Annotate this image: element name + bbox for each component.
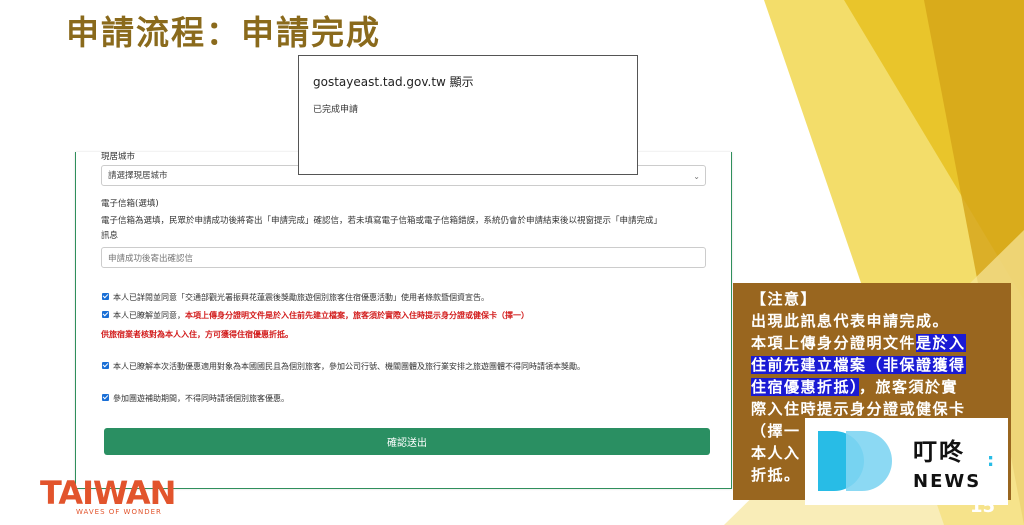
email-help-text-cont: 訊息 <box>101 231 119 241</box>
note-highlight: 是於入 <box>916 334 966 352</box>
residence-label: 現居城市 <box>101 152 136 162</box>
group-tour-text: 參加團遊補助期間，不得同時請領個別旅客優惠。 <box>113 394 289 403</box>
note-line: 際入住時提示身分證或健保卡 <box>751 400 966 418</box>
dialog-message: 已完成申請 <box>313 105 359 115</box>
dingdong-news-logo: 叮咚 : NEWS <box>805 418 1008 505</box>
note-line: 出現此訊息代表申請完成。 <box>751 312 950 330</box>
page-number: 15 <box>970 496 996 517</box>
id-upload-checkbox[interactable] <box>102 311 109 318</box>
logo-text-zh: 叮咚 <box>913 438 965 466</box>
residence-select-value: 請選擇現居城市 <box>108 171 168 181</box>
dialog-host: gostayeast.tad.gov.tw 顯示 <box>313 75 474 89</box>
id-upload-notice: 本項上傳身分證明文件是於入住前先建立檔案，旅客須於實際入住時提示身分證或健保卡（… <box>185 311 529 320</box>
eligibility-checkbox[interactable] <box>102 362 109 369</box>
note-line: 住宿優惠折抵），旅客須於實 <box>751 376 1011 398</box>
terms-text: 本人已詳閱並同意「交通部觀光署振興花蓮震後獎勵旅遊個別旅客住宿優惠活動」使用者條… <box>113 293 489 302</box>
note-highlight: 住宿優惠折抵） <box>751 378 860 396</box>
note-heading: 【注意】 <box>751 290 818 308</box>
id-upload-text: 本人已瞭解並同意，本項上傳身分證明文件是於入住前先建立檔案，旅客須於實際入住時提… <box>113 310 529 321</box>
note-line: 住前先建立檔案（非保證獲得 <box>751 354 1011 376</box>
id-upload-notice-cont: 供旅宿業者核對為本人入住，方可獲得住宿優惠折抵。 <box>101 330 293 339</box>
logo-text-en: NEWS <box>913 471 982 492</box>
alert-dialog: gostayeast.tad.gov.tw 顯示 已完成申請 <box>298 55 638 175</box>
id-upload-prefix: 本人已瞭解並同意， <box>113 311 185 320</box>
application-form: 現居城市 請選擇現居城市 ⌄ 電子信箱(選填) 電子信箱為選填，民眾於申請成功後… <box>75 152 732 489</box>
email-help-text: 電子信箱為選填，民眾於申請成功後將寄出「申請完成」確認信，若未填寫電子信箱或電子… <box>101 216 663 226</box>
note-line: 本項上傳身分證明文件是於入 <box>751 332 1011 354</box>
brand-tagline: WAVES OF WONDER <box>76 508 162 516</box>
taiwan-brand-logo: TAIWAN <box>40 474 176 512</box>
email-field[interactable] <box>101 247 706 268</box>
eligibility-text: 本人已瞭解本次活動優惠適用對象為本國國民且為個別旅客，參加公司行號、機關團體及旅… <box>113 362 585 371</box>
slide-title: 申請流程：申請完成 <box>66 13 381 52</box>
chevron-down-icon: ⌄ <box>693 172 700 181</box>
email-label: 電子信箱(選填) <box>101 199 159 209</box>
group-tour-checkbox[interactable] <box>102 394 109 401</box>
note-highlight: 住前先建立檔案（非保證獲得 <box>751 356 966 374</box>
terms-checkbox[interactable] <box>102 293 109 300</box>
logo-dots-icon: : <box>987 450 995 471</box>
logo-mark-icon <box>846 431 892 491</box>
note-text: ，旅客須於實 <box>859 378 959 396</box>
submit-button[interactable]: 確認送出 <box>104 428 710 455</box>
note-text: 本項上傳身分證明文件 <box>751 334 917 352</box>
